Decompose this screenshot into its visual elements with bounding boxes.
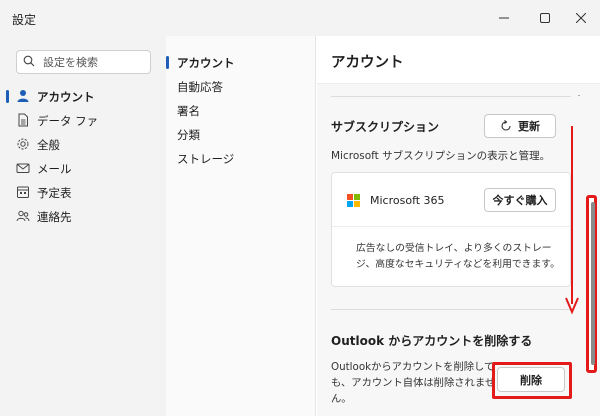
- delete-button-label: 削除: [520, 373, 542, 387]
- scrollbar-thumb[interactable]: [591, 202, 595, 365]
- divider: [331, 96, 571, 97]
- subscription-title: サブスクリプション: [331, 120, 440, 134]
- sidebar-item-label: 予定表: [37, 186, 72, 200]
- sidebar-item-label: アカウント: [37, 90, 95, 104]
- title-bar: 設定: [0, 0, 600, 36]
- close-icon: [576, 13, 586, 23]
- subnav-item-label: ストレージ: [177, 152, 235, 166]
- maximize-icon: [540, 13, 550, 23]
- minimize-button[interactable]: [490, 6, 518, 30]
- subscription-description: Microsoft サブスクリプションの表示と管理。: [331, 150, 551, 162]
- search-input[interactable]: [43, 55, 143, 69]
- sidebar-item-account[interactable]: アカウント: [0, 84, 166, 108]
- subnav-item-account[interactable]: アカウント: [166, 51, 316, 73]
- refresh-button[interactable]: 更新: [484, 114, 556, 138]
- window-title: 設定: [12, 13, 37, 27]
- content-pane: アカウント サブスクリプション 更新 Microsoft サブスクリプションの表…: [317, 36, 600, 416]
- subscription-card: Microsoft 365 今すぐ購入 広告なしの受信トレイ、より多くのストレー…: [331, 172, 571, 287]
- product-row: Microsoft 365 今すぐ購入: [332, 173, 570, 227]
- document-icon: [16, 113, 30, 127]
- subnav-item-auto-reply[interactable]: 自動応答: [166, 75, 316, 97]
- sidebar-item-label: メール: [37, 162, 72, 176]
- maximize-button[interactable]: [531, 6, 559, 30]
- subnav-item-categories[interactable]: 分類: [166, 123, 316, 145]
- settings-sidebar: アカウント データ ファ 全般 メール 予定表 連絡先: [0, 36, 166, 416]
- search-icon: [23, 55, 37, 69]
- down-arrow-annotation-icon: [565, 126, 579, 315]
- product-name: Microsoft 365: [370, 194, 445, 207]
- remove-account-title: Outlook からアカウントを削除する: [331, 334, 533, 348]
- account-subnav: アカウント 自動応答 署名 分類 ストレージ: [166, 36, 316, 416]
- minimize-icon: [499, 17, 509, 19]
- divider: [331, 309, 571, 310]
- buy-now-button[interactable]: 今すぐ購入: [484, 188, 556, 212]
- scrollbar[interactable]: [586, 195, 597, 373]
- scroll-content: サブスクリプション 更新 Microsoft サブスクリプションの表示と管理。 …: [317, 84, 600, 416]
- subnav-item-label: アカウント: [177, 56, 235, 70]
- remove-account-description: Outlookからアカウントを削除しても、アカウント自体は削除されません。: [331, 361, 496, 405]
- close-button[interactable]: [567, 6, 595, 30]
- product-description: 広告なしの受信トレイ、より多くのストレージ、高度なセキュリティなどを利用できます…: [356, 243, 560, 270]
- microsoft-logo-icon: [347, 194, 360, 207]
- mail-icon: [16, 161, 30, 175]
- sidebar-item-data-files[interactable]: データ ファ: [0, 108, 166, 132]
- people-icon: [16, 209, 30, 223]
- refresh-icon: [500, 120, 512, 132]
- calendar-icon: [16, 185, 30, 199]
- page-title: アカウント: [331, 55, 404, 71]
- refresh-button-label: 更新: [518, 120, 540, 133]
- gear-icon: [16, 137, 30, 151]
- scroll-indicator: [578, 95, 580, 96]
- subnav-item-signature[interactable]: 署名: [166, 99, 316, 121]
- sidebar-item-contacts[interactable]: 連絡先: [0, 204, 166, 228]
- person-icon: [16, 89, 30, 103]
- sidebar-item-general[interactable]: 全般: [0, 132, 166, 156]
- delete-account-button[interactable]: 削除: [497, 367, 565, 392]
- sidebar-item-calendar[interactable]: 予定表: [0, 180, 166, 204]
- subnav-item-storage[interactable]: ストレージ: [166, 147, 316, 169]
- search-box[interactable]: [16, 50, 151, 74]
- subnav-item-label: 自動応答: [177, 80, 223, 94]
- sidebar-item-mail[interactable]: メール: [0, 156, 166, 180]
- sidebar-item-label: 連絡先: [37, 210, 72, 224]
- subnav-item-label: 署名: [177, 104, 200, 118]
- subnav-item-label: 分類: [177, 128, 200, 142]
- buy-now-label: 今すぐ購入: [492, 194, 548, 207]
- sidebar-item-label: データ ファ: [37, 114, 99, 128]
- sidebar-item-label: 全般: [37, 138, 60, 152]
